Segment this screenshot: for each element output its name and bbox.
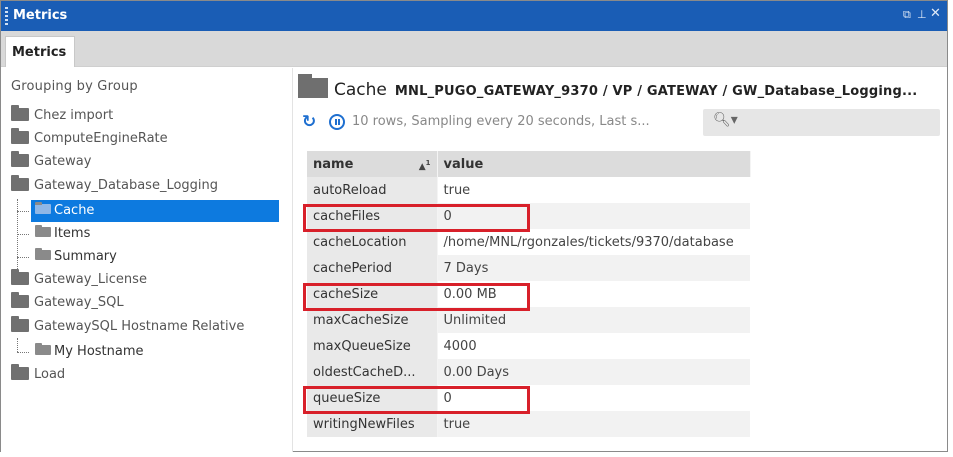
sampling-status: 10 rows, Sampling every 20 seconds, Last… [352, 114, 650, 129]
tree-item-label: Gateway_License [34, 272, 147, 287]
folder-icon [11, 316, 29, 332]
tree-item-label: My Hostname [54, 344, 144, 359]
sort-order: 1 [425, 158, 431, 167]
tree-item-items[interactable]: Items [35, 223, 90, 245]
cell-name: oldestCacheD... [307, 359, 438, 385]
search-input[interactable]: 🔍︎▾ [703, 109, 940, 136]
cell-value: 4000 [437, 333, 750, 359]
cell-name: maxQueueSize [307, 333, 438, 359]
tree-item-label: Gateway [34, 154, 92, 169]
folder-icon [35, 225, 51, 237]
folder-icon [11, 105, 29, 121]
page-title: Cache [334, 80, 387, 100]
tree-item-computeenginerate[interactable]: ComputeEngineRate [11, 128, 168, 150]
tree-item-label: Gateway_SQL [34, 295, 124, 310]
cell-name: cacheLocation [307, 229, 438, 255]
tree-connector [17, 211, 29, 212]
grouping-header: Grouping by Group [11, 79, 138, 94]
table-row[interactable]: maxQueueSize 4000 [307, 333, 750, 359]
table-row[interactable]: cachePeriod 7 Days [307, 255, 750, 281]
title-bar[interactable]: Metrics ⧉ ⊥ ✕ [1, 1, 947, 31]
pause-icon[interactable] [329, 114, 345, 130]
cell-value: 7 Days [437, 255, 750, 281]
cell-value: true [437, 177, 750, 203]
tree-item-label: Load [34, 367, 66, 382]
tree-item-gatewaysql-hostname-relative[interactable]: GatewaySQL Hostname Relative [11, 316, 244, 338]
table-row[interactable]: oldestCacheD... 0.00 Days [307, 359, 750, 385]
highlight-box-cachefiles [303, 204, 530, 232]
window-title: Metrics [13, 8, 68, 23]
folder-icon [11, 292, 29, 308]
cell-name: writingNewFiles [307, 411, 438, 437]
folder-icon [35, 202, 51, 214]
tree-item-label: Gateway_Database_Logging [34, 178, 219, 193]
tree-item-summary[interactable]: Summary [35, 246, 117, 268]
grouping-panel: Grouping by Group Chez import ComputeEng… [1, 68, 293, 452]
refresh-icon[interactable]: ↻ [302, 112, 316, 132]
column-header-value[interactable]: value [437, 151, 751, 177]
folder-icon [11, 269, 29, 285]
folder-icon [11, 128, 29, 144]
table-row[interactable]: cacheLocation/home/MNL/rgonzales/tickets… [307, 229, 750, 255]
highlight-box-queuesize [303, 386, 530, 414]
breadcrumb: Cache MNL_PUGO_GATEWAY_9370 / VP / GATEWA… [298, 74, 918, 102]
cell-value: true [437, 411, 750, 437]
tree-item-load[interactable]: Load [11, 364, 65, 386]
table-row[interactable]: writingNewFiles true [307, 411, 750, 437]
cell-name: autoReload [307, 177, 438, 203]
drag-grip-icon[interactable] [5, 7, 8, 25]
tree-item-label: GatewaySQL Hostname Relative [34, 319, 245, 334]
tree-item-my-hostname[interactable]: My Hostname [35, 341, 144, 363]
tab-strip: Metrics [1, 31, 947, 67]
tree-connector [17, 234, 29, 235]
folder-icon [298, 74, 328, 98]
column-header-label: value [443, 156, 484, 172]
folder-icon [35, 248, 51, 260]
table-row[interactable]: autoReload true [307, 177, 750, 203]
folder-icon [11, 175, 29, 191]
tree-item-label: Chez import [34, 108, 114, 123]
metrics-window: Metrics ⧉ ⊥ ✕ Metrics Grouping by Group … [0, 0, 948, 452]
tree-item-gateway-sql[interactable]: Gateway_SQL [11, 292, 124, 314]
tab-metrics[interactable]: Metrics [5, 36, 75, 67]
cell-name: cachePeriod [307, 255, 438, 281]
tree-item-gateway-license[interactable]: Gateway_License [11, 269, 147, 291]
restore-icon[interactable]: ⧉ [903, 9, 911, 21]
search-icon: 🔍︎▾ [713, 112, 738, 128]
tree-connector [17, 257, 29, 258]
tree-item-label: Summary [54, 249, 117, 264]
tree-item-gateway[interactable]: Gateway [11, 151, 91, 173]
sort-ascending-icon: ▲1 [418, 158, 431, 172]
tree-item-cache[interactable]: Cache [31, 200, 279, 222]
cell-value: /home/MNL/rgonzales/tickets/9370/databas… [437, 229, 750, 255]
tree-connector [17, 338, 18, 352]
breadcrumb-path: MNL_PUGO_GATEWAY_9370 / VP / GATEWAY / G… [394, 84, 918, 99]
column-header-label: name [313, 156, 354, 172]
close-icon[interactable]: ✕ [930, 7, 941, 20]
tree-item-gateway-database-logging[interactable]: Gateway_Database_Logging [11, 175, 218, 197]
metrics-toolbar: ↻ 10 rows, Sampling every 20 seconds, La… [294, 108, 942, 136]
folder-icon [11, 151, 29, 167]
tree-item-label: ComputeEngineRate [34, 131, 168, 146]
pin-icon[interactable]: ⊥ [917, 9, 927, 21]
highlight-box-cachesize [303, 283, 530, 311]
cell-value: 0.00 Days [437, 359, 750, 385]
tree-item-label: Items [54, 226, 91, 241]
table-header-row: name ▲1 value [307, 151, 751, 177]
tree-item-label: Cache [54, 203, 95, 218]
folder-icon [35, 343, 51, 355]
column-header-name[interactable]: name ▲1 [307, 151, 438, 177]
tree-connector [17, 352, 29, 353]
folder-icon [11, 364, 29, 380]
tree-item-chez-import[interactable]: Chez import [11, 105, 113, 127]
